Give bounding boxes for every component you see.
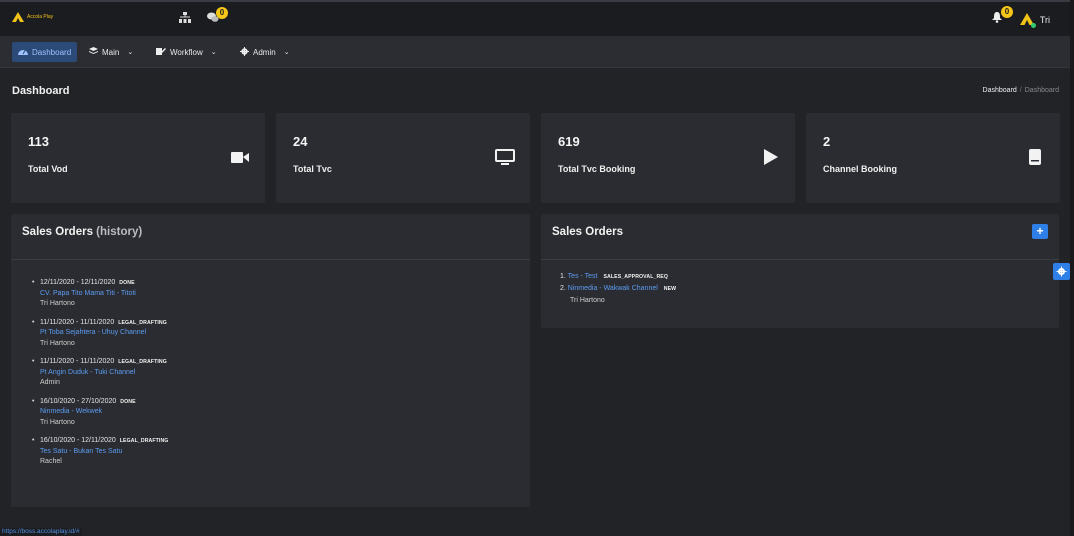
chevron-down-icon: ⌄	[210, 49, 217, 56]
notification-count-badge: 0	[1001, 6, 1013, 18]
video-camera-icon	[231, 152, 249, 163]
status-bar-url: https://boss.accolaplay.id/#	[0, 528, 82, 536]
stat-label: Total Vod	[28, 164, 68, 174]
top-bar: Accola Play 0 0 Tri	[0, 0, 1074, 36]
date-range: 11/11/2020 - 11/11/2020	[40, 318, 115, 326]
breadcrumb-separator: /	[1019, 87, 1022, 94]
person-name: Admin	[40, 379, 60, 386]
nav-workflow[interactable]: Workflow ⌄	[150, 42, 223, 62]
stat-card-total-tvc[interactable]: 24 Total Tvc	[276, 113, 530, 203]
order-link[interactable]: Ninmedia - Wakwak Channel	[568, 285, 658, 292]
gear-icon	[1056, 266, 1067, 277]
stat-value: 24	[293, 134, 308, 149]
list-item: 12/11/2020 - 12/11/2020DONE CV. Papa Tit…	[32, 278, 168, 310]
tachometer-icon	[18, 47, 28, 57]
order-link[interactable]: Ninmedia - Wekwek	[40, 407, 168, 418]
logo-text: Accola Play	[27, 13, 54, 20]
layers-icon	[89, 47, 98, 57]
sales-orders-panel: Sales Orders + 1. Tes - Test SALES_APPRO…	[541, 214, 1059, 328]
stat-value: 113	[28, 134, 49, 149]
stat-label: Channel Booking	[823, 164, 897, 174]
nav-main[interactable]: Main ⌄	[83, 42, 139, 62]
order-link[interactable]: Pt Angin Duduk - Tuki Channel	[40, 368, 168, 379]
panel-title: Sales Orders	[552, 226, 623, 238]
stat-label: Total Tvc Booking	[558, 164, 636, 174]
order-link[interactable]: Tes Satu - Bukan Tes Satu	[40, 447, 168, 458]
nav-admin[interactable]: Admin ⌄	[234, 42, 296, 62]
add-order-button[interactable]: +	[1032, 224, 1048, 239]
date-range: 12/11/2020 - 12/11/2020	[40, 279, 116, 286]
status-badge: LEGAL_DRAFTING	[118, 359, 167, 365]
order-link[interactable]: Tes - Test	[568, 273, 598, 280]
list-item: 11/11/2020 - 11/11/2020LEGAL_DRAFTING Pt…	[32, 357, 168, 389]
stat-card-total-vod[interactable]: 113 Total Vod	[11, 113, 265, 203]
sitemap-icon[interactable]	[179, 12, 191, 26]
logo-mark-icon	[12, 12, 24, 22]
stat-value: 2	[823, 134, 831, 149]
order-link[interactable]: Pt Toba Sejahtera - Uhuy Channel	[40, 328, 168, 339]
chevron-down-icon: ⌄	[283, 49, 290, 56]
person-name: Tri Hartono	[40, 339, 75, 347]
status-badge: LEGAL_DRAFTING	[119, 438, 169, 444]
stat-value: 619	[558, 134, 580, 149]
divider	[541, 259, 1059, 260]
gear-icon	[240, 46, 249, 58]
person-name: Tri Hartono	[570, 297, 605, 304]
breadcrumb: Dashboard / Dashboard	[983, 87, 1059, 94]
status-badge: SALES_APPROVAL_REQ	[603, 274, 668, 280]
status-badge: DONE	[119, 280, 135, 286]
chevron-down-icon: ⌄	[127, 49, 134, 56]
list-item: 11/11/2020 - 11/11/2020LEGAL_DRAFTING Pt…	[32, 318, 168, 350]
panel-title-main: Sales Orders	[22, 226, 93, 238]
settings-toggle-button[interactable]	[1053, 263, 1070, 280]
nav-workflow-label: Workflow	[170, 47, 203, 57]
breadcrumb-home[interactable]: Dashboard	[983, 87, 1017, 94]
stat-label: Total Tvc	[293, 164, 332, 174]
main-navbar: Dashboard Main ⌄ Workflow ⌄ Admin ⌄	[0, 36, 1074, 68]
scrollbar[interactable]	[1070, 0, 1074, 536]
play-icon	[764, 149, 778, 165]
date-range: 16/10/2020 - 12/11/2020	[40, 437, 116, 444]
desktop-icon	[495, 149, 515, 165]
history-list: 12/11/2020 - 12/11/2020DONE CV. Papa Tit…	[32, 278, 168, 476]
item-number: 1.	[560, 273, 566, 280]
stat-card-total-tvc-booking[interactable]: 619 Total Tvc Booking	[541, 113, 795, 203]
date-range: 11/11/2020 - 11/11/2020	[40, 358, 115, 365]
nav-dashboard-label: Dashboard	[32, 47, 72, 57]
breadcrumb-current: Dashboard	[1024, 87, 1059, 94]
sales-orders-history-panel: Sales Orders (history) 12/11/2020 - 12/1…	[11, 214, 530, 507]
online-status-dot	[1031, 23, 1036, 28]
chat-count-badge: 0	[216, 7, 228, 19]
person-name: Rachel	[40, 458, 62, 465]
list-item: 16/10/2020 - 27/10/2020DONE Ninmedia - W…	[32, 397, 168, 429]
status-badge: LEGAL_DRAFTING	[118, 319, 167, 326]
item-number: 2.	[560, 285, 566, 292]
list-item: 16/10/2020 - 12/11/2020LEGAL_DRAFTING Te…	[32, 436, 168, 468]
nav-dashboard[interactable]: Dashboard	[12, 42, 78, 62]
order-link[interactable]: CV. Papa Tito Mama Titi - Titoti	[40, 289, 168, 300]
divider	[11, 259, 530, 260]
nav-main-label: Main	[102, 47, 120, 57]
book-icon	[1029, 149, 1041, 165]
stat-card-channel-booking[interactable]: 2 Channel Booking	[806, 113, 1060, 203]
orders-list: 1. Tes - Test SALES_APPROVAL_REQ 2. Ninm…	[560, 271, 676, 306]
nav-admin-label: Admin	[253, 47, 276, 57]
person-name: Tri Hartono	[40, 418, 75, 426]
app-logo[interactable]: Accola Play	[12, 12, 53, 22]
page-title: Dashboard	[12, 85, 70, 97]
panel-title-muted: (history)	[96, 226, 143, 238]
status-badge: NEW	[663, 286, 677, 292]
list-item: 1. Tes - Test SALES_APPROVAL_REQ	[560, 271, 676, 283]
user-name[interactable]: Tri	[1040, 15, 1050, 25]
edit-icon	[156, 47, 166, 57]
person-name: Tri Hartono	[40, 300, 75, 307]
panel-title: Sales Orders (history)	[22, 226, 142, 238]
list-item: 2. Ninmedia - Wakwak Channel NEW	[560, 283, 676, 295]
status-badge: DONE	[120, 398, 136, 405]
date-range: 16/10/2020 - 27/10/2020	[40, 397, 117, 405]
